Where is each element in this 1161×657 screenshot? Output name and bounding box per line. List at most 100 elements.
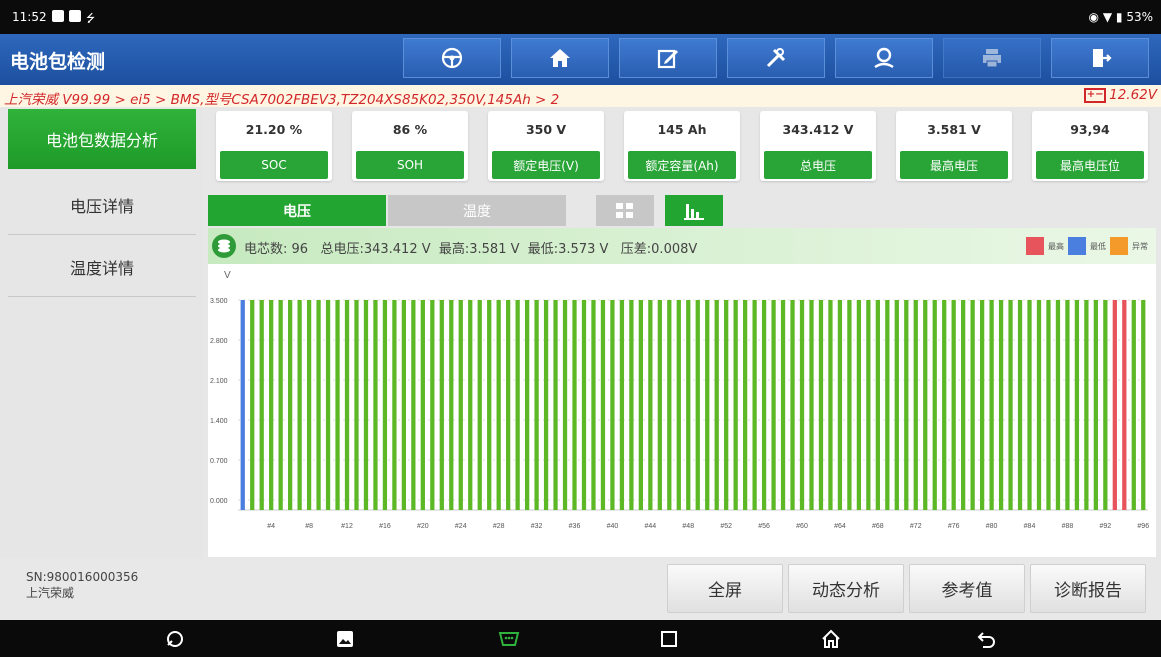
- cell-voltage-bar[interactable]: [382, 300, 388, 510]
- cell-voltage-bar[interactable]: [562, 300, 568, 510]
- diagnostic-report-button[interactable]: 诊断报告: [1030, 564, 1146, 613]
- cell-voltage-bar[interactable]: [401, 300, 407, 510]
- cell-voltage-bar[interactable]: [780, 300, 786, 510]
- cell-voltage-bar-highest[interactable]: [1122, 300, 1127, 510]
- cell-voltage-bar[interactable]: [449, 300, 454, 510]
- bar-chart-view-button[interactable]: [665, 195, 723, 226]
- cell-voltage-bar[interactable]: [752, 300, 757, 510]
- sidebar-item-voltage-details[interactable]: 电压详情: [8, 175, 196, 235]
- cell-voltage-bar[interactable]: [667, 300, 672, 510]
- cell-voltage-bar[interactable]: [799, 300, 805, 510]
- tools-button[interactable]: [727, 38, 825, 78]
- cell-voltage-bar[interactable]: [1093, 300, 1098, 510]
- tab-temperature[interactable]: 温度: [388, 195, 566, 226]
- cell-voltage-bar[interactable]: [705, 300, 710, 510]
- cell-voltage-bar[interactable]: [714, 300, 719, 510]
- cell-voltage-bar[interactable]: [1055, 300, 1061, 510]
- cell-voltage-bar[interactable]: [913, 300, 918, 510]
- cell-voltage-bar[interactable]: [979, 300, 985, 510]
- cell-voltage-bar[interactable]: [477, 300, 482, 510]
- steering-wheel-button[interactable]: [403, 38, 501, 78]
- cell-voltage-bar[interactable]: [468, 300, 473, 510]
- obd-app-button[interactable]: [498, 628, 520, 650]
- cell-voltage-bar[interactable]: [932, 300, 937, 510]
- reference-value-button[interactable]: 参考值: [909, 564, 1025, 613]
- cell-voltage-bar[interactable]: [278, 300, 283, 510]
- print-button[interactable]: [943, 38, 1041, 78]
- cell-voltage-bar[interactable]: [1027, 300, 1032, 510]
- exit-button[interactable]: [1051, 38, 1149, 78]
- tab-voltage[interactable]: 电压: [208, 195, 386, 226]
- cell-voltage-bar[interactable]: [524, 300, 530, 510]
- cell-voltage-bar[interactable]: [1084, 300, 1089, 510]
- gallery-button[interactable]: [334, 628, 356, 650]
- home-nav-button[interactable]: [820, 628, 842, 650]
- dynamic-analysis-button[interactable]: 动态分析: [788, 564, 904, 613]
- cell-voltage-bar[interactable]: [288, 300, 293, 510]
- cell-voltage-bar-lowest[interactable]: [240, 300, 245, 510]
- cell-voltage-bar[interactable]: [619, 300, 625, 510]
- cell-voltage-bar[interactable]: [316, 300, 321, 510]
- cell-voltage-bar[interactable]: [790, 300, 795, 510]
- cell-voltage-bar[interactable]: [818, 300, 824, 510]
- cell-voltage-bar[interactable]: [638, 300, 643, 510]
- cell-voltage-bar[interactable]: [411, 300, 416, 510]
- cell-voltage-bar[interactable]: [733, 300, 738, 510]
- cell-voltage-bar[interactable]: [259, 300, 264, 510]
- cell-voltage-bar[interactable]: [686, 300, 691, 510]
- cell-voltage-bar[interactable]: [837, 300, 843, 510]
- edit-button[interactable]: [619, 38, 717, 78]
- cell-voltage-bar[interactable]: [904, 300, 909, 510]
- cell-voltage-bar[interactable]: [297, 300, 302, 510]
- cell-voltage-bar[interactable]: [363, 300, 369, 510]
- cell-voltage-bar[interactable]: [458, 300, 463, 510]
- sidebar-item-temperature-details[interactable]: 温度详情: [8, 237, 196, 297]
- back-button[interactable]: [976, 628, 998, 650]
- cell-voltage-bar[interactable]: [676, 300, 681, 510]
- cell-voltage-bar[interactable]: [951, 300, 956, 510]
- cell-voltage-bar[interactable]: [894, 300, 899, 510]
- cell-voltage-bar[interactable]: [591, 300, 596, 510]
- cell-voltage-bar[interactable]: [250, 300, 255, 510]
- user-button[interactable]: [835, 38, 933, 78]
- cell-voltage-bar[interactable]: [610, 300, 615, 510]
- cell-voltage-bar[interactable]: [506, 300, 511, 510]
- cell-voltage-bar[interactable]: [496, 300, 501, 510]
- cell-voltage-bar[interactable]: [1046, 300, 1051, 510]
- fullscreen-button[interactable]: 全屏: [667, 564, 783, 613]
- cell-voltage-bar[interactable]: [923, 300, 928, 510]
- cell-voltage-bar-highest[interactable]: [1112, 300, 1117, 510]
- home-button[interactable]: [511, 38, 609, 78]
- cell-voltage-bar[interactable]: [961, 300, 966, 510]
- cell-voltage-bar[interactable]: [269, 300, 274, 510]
- cell-voltage-bar[interactable]: [335, 300, 340, 510]
- cell-voltage-bar[interactable]: [657, 300, 662, 510]
- cell-voltage-bar[interactable]: [970, 300, 975, 510]
- cell-voltage-bar[interactable]: [866, 300, 871, 510]
- cell-voltage-bar[interactable]: [392, 300, 397, 510]
- cell-voltage-bar[interactable]: [581, 300, 587, 510]
- cell-voltage-bar[interactable]: [989, 300, 994, 510]
- cell-voltage-bar[interactable]: [695, 300, 700, 510]
- cell-voltage-bar[interactable]: [439, 300, 444, 510]
- cell-voltage-bar[interactable]: [572, 300, 577, 510]
- cell-voltage-bar[interactable]: [373, 300, 378, 510]
- cell-voltage-bar[interactable]: [809, 300, 814, 510]
- cell-voltage-bar[interactable]: [553, 300, 558, 510]
- cell-voltage-bar[interactable]: [1103, 300, 1108, 510]
- grid-view-button[interactable]: [596, 195, 654, 226]
- cell-voltage-bar[interactable]: [600, 300, 606, 510]
- cell-voltage-bar[interactable]: [487, 300, 492, 510]
- assistant-button[interactable]: [164, 628, 186, 650]
- cell-voltage-bar[interactable]: [1017, 300, 1023, 510]
- sidebar-item-pack-analysis[interactable]: 电池包数据分析: [8, 109, 196, 169]
- cell-voltage-bar[interactable]: [828, 300, 833, 510]
- cell-voltage-bar[interactable]: [648, 300, 653, 510]
- cell-voltage-bar[interactable]: [1074, 300, 1080, 510]
- cell-voltage-bar[interactable]: [430, 300, 435, 510]
- cell-voltage-bar[interactable]: [998, 300, 1004, 510]
- cell-voltage-bar[interactable]: [847, 300, 852, 510]
- cell-voltage-bar[interactable]: [856, 300, 862, 510]
- cell-voltage-bar[interactable]: [743, 300, 748, 510]
- cell-voltage-bar[interactable]: [875, 300, 880, 510]
